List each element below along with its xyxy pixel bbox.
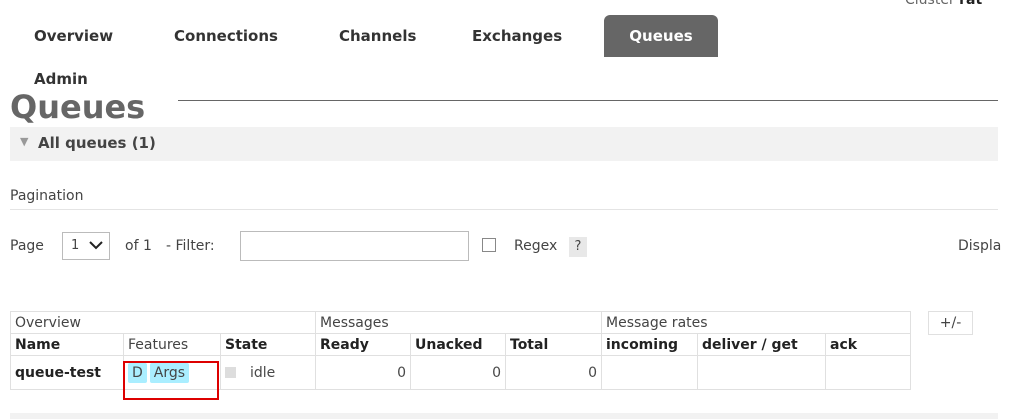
tab-channels[interactable]: Channels: [339, 27, 416, 45]
col-ready[interactable]: Ready: [315, 333, 411, 356]
queue-state: idle: [250, 364, 276, 381]
unacked-count: 0: [410, 355, 506, 390]
feature-badge-args[interactable]: Args: [149, 362, 190, 383]
tab-queues[interactable]: Queues: [604, 15, 718, 57]
tab-connections[interactable]: Connections: [174, 27, 278, 45]
regex-checkbox[interactable]: [482, 238, 496, 252]
col-name[interactable]: Name: [10, 333, 124, 356]
cluster-info: Cluster rat: [905, 0, 982, 8]
group-message-rates: Message rates: [601, 311, 911, 334]
queue-name-link[interactable]: queue-test: [15, 365, 101, 381]
display-label: Displa: [958, 238, 1002, 254]
col-incoming[interactable]: incoming: [601, 333, 698, 356]
group-messages: Messages: [315, 311, 602, 334]
feature-badge-durable[interactable]: D: [128, 362, 147, 383]
filter-input[interactable]: [240, 231, 469, 261]
page-label: Page: [10, 238, 44, 254]
state-indicator-icon: [225, 366, 236, 378]
all-queues-section-toggle[interactable]: ▼ All queues (1): [10, 127, 998, 161]
page-select-value: 1: [71, 238, 80, 253]
col-ack[interactable]: ack: [825, 333, 911, 356]
footer-band: [10, 413, 998, 419]
tab-admin[interactable]: Admin: [34, 70, 88, 88]
column-toggle-button[interactable]: +/-: [928, 311, 973, 335]
col-state[interactable]: State: [220, 333, 316, 356]
chevron-down-icon: [89, 241, 103, 250]
total-count: 0: [505, 355, 602, 390]
incoming-rate: [601, 355, 698, 390]
col-features: Features: [123, 333, 221, 356]
tab-overview[interactable]: Overview: [34, 27, 113, 45]
section-label: All queues (1): [38, 134, 156, 152]
col-total[interactable]: Total: [505, 333, 602, 356]
regex-help-button[interactable]: ?: [569, 237, 587, 257]
page-title: Queues: [10, 88, 146, 126]
pagination-heading: Pagination: [10, 188, 84, 204]
queues-table: Overview Messages Message rates Name Fea…: [10, 311, 911, 390]
collapse-triangle-icon: ▼: [20, 135, 29, 148]
col-deliver-get[interactable]: deliver / get: [697, 333, 826, 356]
nav-divider: [178, 100, 998, 101]
cluster-label: Cluster: [905, 0, 955, 8]
page-count-label: of 1: [125, 238, 152, 254]
cluster-name: rat: [959, 0, 983, 8]
group-overview: Overview: [10, 311, 316, 334]
filter-label: - Filter:: [166, 238, 215, 254]
col-unacked[interactable]: Unacked: [410, 333, 506, 356]
table-row: queue-test D Args idle 0 0 0: [10, 355, 911, 390]
tab-exchanges[interactable]: Exchanges: [472, 27, 562, 45]
page-select[interactable]: 1: [62, 232, 110, 260]
ready-count: 0: [315, 355, 411, 390]
deliver-get-rate: [697, 355, 826, 390]
regex-label: Regex: [514, 238, 558, 254]
pagination-divider: [10, 209, 998, 210]
ack-rate: [825, 355, 911, 390]
